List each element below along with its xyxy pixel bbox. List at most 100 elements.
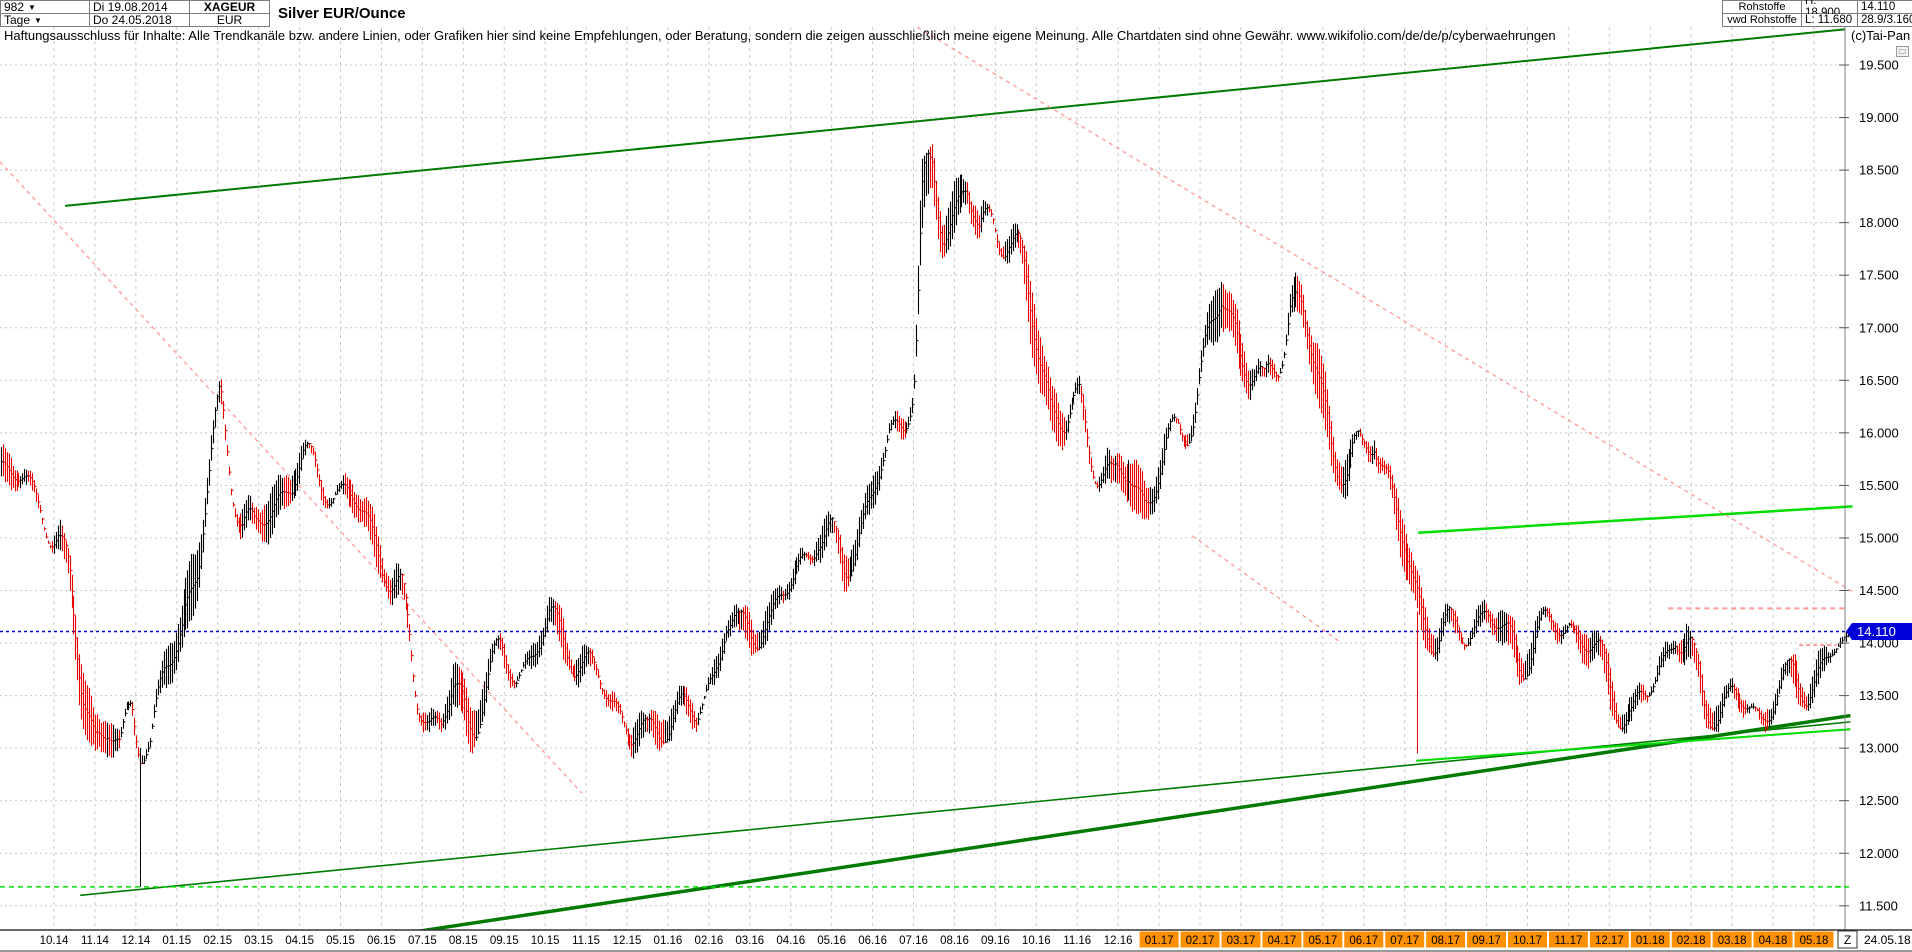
x-axis-label: 01.17 xyxy=(1145,935,1174,947)
y-axis-label: 13.500 xyxy=(1859,688,1899,703)
x-axis-label: 04.18 xyxy=(1759,935,1788,947)
application-window: 19.50019.00018.50018.00017.50017.00016.5… xyxy=(0,0,1912,952)
chart-area[interactable]: 19.50019.00018.50018.00017.50017.00016.5… xyxy=(0,0,1912,952)
data-source-row1: Rohstoffe xyxy=(1722,0,1802,14)
panel-toggle-icon[interactable] xyxy=(1896,46,1909,57)
upper-green-channel xyxy=(65,29,1845,206)
z-label[interactable]: Z xyxy=(1844,933,1851,947)
x-axis-label: 09.17 xyxy=(1472,935,1501,947)
disclaimer-text: Haftungsausschluss für Inhalte: Alle Tre… xyxy=(4,28,1556,43)
x-axis-label: 01.16 xyxy=(654,935,683,947)
lower-green-support-thick xyxy=(406,716,1850,934)
stats-cell: 28.9/3.160 xyxy=(1858,14,1912,27)
x-axis-label: 02.18 xyxy=(1677,935,1706,947)
red-dashed-down-2016-2018 xyxy=(917,27,1852,591)
copyright-label: (c)Tai-Pan xyxy=(1851,28,1910,43)
bar-ticks-down xyxy=(4,157,1809,763)
price-bars xyxy=(2,144,1851,887)
red-dashed-short-2017 xyxy=(1192,536,1340,642)
y-axis-label: 18.500 xyxy=(1859,163,1899,178)
x-axis: 10.14 11.14 12.14 01.15 02.15 03.15 04.15 05.15… xyxy=(40,931,1911,948)
x-axis-label: 03.16 xyxy=(735,935,764,947)
x-axis-label: 05.15 xyxy=(326,935,355,947)
period-value: Tage xyxy=(4,13,30,27)
x-axis-label: 01.15 xyxy=(162,935,191,947)
data-source-row2: vwd Rohstoffe xyxy=(1722,14,1802,27)
x-axis-label: 08.17 xyxy=(1431,935,1460,947)
price-marker-badge: 14.110 xyxy=(1846,623,1912,640)
page-title: Silver EUR/Ounce xyxy=(278,0,406,26)
x-axis-label: 10.14 xyxy=(40,935,69,947)
x-axis-label: 06.16 xyxy=(858,935,887,947)
x-axis-label: 03.18 xyxy=(1718,935,1747,947)
chevron-down-icon: ▼ xyxy=(28,3,36,12)
y-axis-label: 15.000 xyxy=(1859,530,1899,545)
light-green-resistance-15 xyxy=(1418,506,1852,532)
chevron-down-icon: ▼ xyxy=(34,16,42,25)
bars-count-dropdown[interactable]: 982 ▼ xyxy=(0,0,90,14)
x-axis-label: 04.16 xyxy=(776,935,805,947)
y-axis-label: 14.500 xyxy=(1859,583,1899,598)
x-axis-label: 12.17 xyxy=(1595,935,1624,947)
period-low: L: 11.680 xyxy=(1802,14,1858,27)
x-axis-label: 06.15 xyxy=(367,935,396,947)
light-green-support-2017 xyxy=(1416,729,1850,761)
x-axis-label: 03.15 xyxy=(244,935,273,947)
y-axis-label: 16.000 xyxy=(1859,425,1899,440)
x-axis-label: 11.14 xyxy=(81,935,110,947)
x-axis-label: 11.17 xyxy=(1554,935,1582,947)
date-from-field[interactable]: Di 19.08.2014 xyxy=(90,0,190,14)
x-axis-label: 10.17 xyxy=(1513,935,1542,947)
x-axis-label: 04.17 xyxy=(1268,935,1297,947)
x-axis-label: 01.18 xyxy=(1636,935,1665,947)
x-axis-label: 11.15 xyxy=(572,935,600,947)
x-axis-label: 07.17 xyxy=(1390,935,1419,947)
y-axis-label: 11.500 xyxy=(1859,898,1898,913)
x-axis-label: 06.17 xyxy=(1349,935,1378,947)
x-axis-label: 04.15 xyxy=(285,935,314,947)
x-axis-label: 12.14 xyxy=(121,935,150,947)
x-axis-label: 12.16 xyxy=(1104,935,1133,947)
x-axis-label: 12.15 xyxy=(613,935,642,947)
bars-up xyxy=(2,150,1849,764)
x-axis-label: 11.16 xyxy=(1063,935,1091,947)
date-to-field[interactable]: Do 24.05.2018 xyxy=(90,14,190,27)
currency-cell: EUR xyxy=(190,14,270,27)
source2-label: vwd Rohstoffe xyxy=(1727,14,1797,26)
y-axis-label: 19.000 xyxy=(1859,110,1899,125)
date-from-value: Di 19.08.2014 xyxy=(93,0,168,14)
low-value: L: 11.680 xyxy=(1805,14,1852,26)
x-axis-label: 08.15 xyxy=(449,935,478,947)
x-axis-label: 02.15 xyxy=(203,935,232,947)
x-axis-label: 05.18 xyxy=(1800,935,1829,947)
x-axis-label: 09.15 xyxy=(490,935,519,947)
x-axis-label: 10.16 xyxy=(1022,935,1051,947)
y-axis-label: 18.000 xyxy=(1859,215,1899,230)
period-dropdown[interactable]: Tage ▼ xyxy=(0,14,90,27)
date-to-value: Do 24.05.2018 xyxy=(93,13,172,27)
bar-ticks-up xyxy=(2,154,1851,764)
last-price-cell: 14.110 xyxy=(1858,0,1912,14)
x-axis-label: 07.15 xyxy=(408,935,437,947)
last-date-label: 24.05.18 xyxy=(1864,933,1911,947)
y-axis-label: 16.500 xyxy=(1859,373,1899,388)
header: 982 ▼ Tage ▼ Di 19.08.2014 Do 24.05.2018… xyxy=(0,0,1912,27)
bars-count-value: 982 xyxy=(4,0,24,14)
bars-down xyxy=(4,144,1807,764)
symbol-value: XAGEUR xyxy=(204,0,255,14)
stats-value: 28.9/3.160 xyxy=(1861,14,1912,26)
y-axis-label: 12.500 xyxy=(1859,793,1899,808)
y-axis-label: 13.000 xyxy=(1859,741,1899,756)
x-axis-label: 02.16 xyxy=(694,935,723,947)
x-axis-label: 05.17 xyxy=(1308,935,1337,947)
x-axis-label: 09.16 xyxy=(981,935,1010,947)
period-high: H: 18.900 xyxy=(1802,0,1858,14)
symbol-cell: XAGEUR xyxy=(190,0,270,14)
x-axis-label: 07.16 xyxy=(899,935,928,947)
y-axis-label: 12.000 xyxy=(1859,846,1899,861)
y-axis-label: 15.500 xyxy=(1859,478,1899,493)
y-axis-label: 17.000 xyxy=(1859,320,1899,335)
x-axis-label: 02.17 xyxy=(1186,935,1215,947)
x-axis-label: 05.16 xyxy=(817,935,846,947)
currency-value: EUR xyxy=(217,13,242,27)
